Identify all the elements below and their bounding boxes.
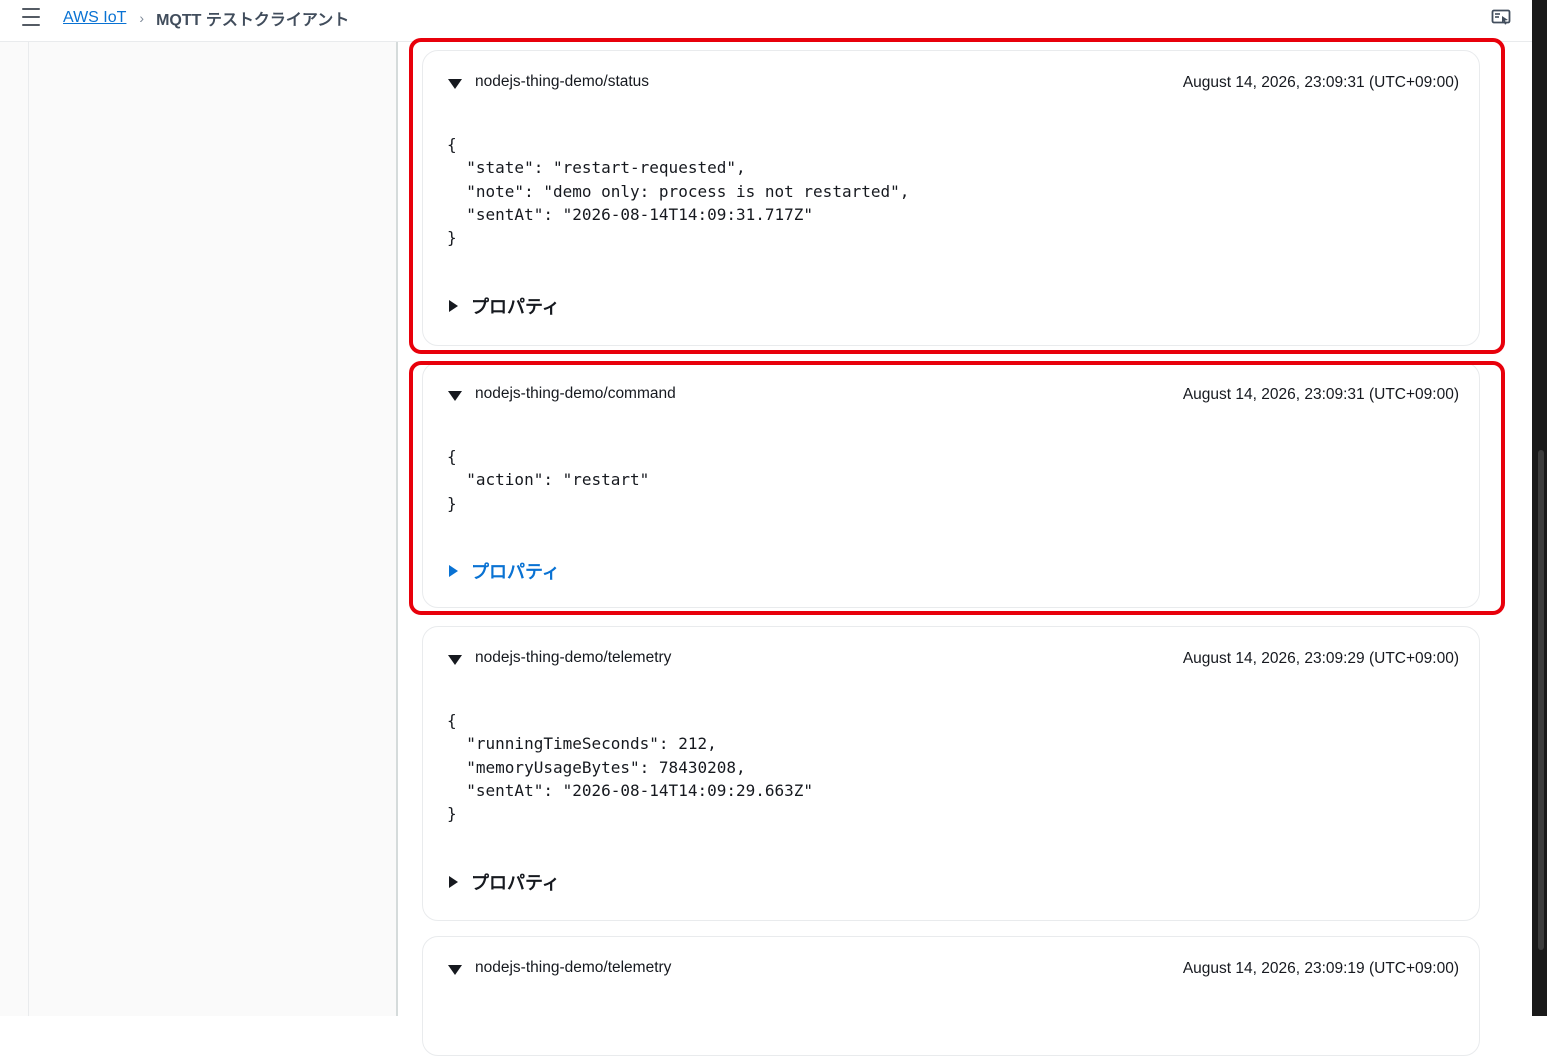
breadcrumb: AWS IoT › MQTT テストクライアント [63,7,349,29]
caret-right-icon [449,876,458,888]
caret-down-icon[interactable] [448,965,462,975]
message-card: nodejs-thing-demo/status August 14, 2026… [422,50,1480,346]
message-header: nodejs-thing-demo/telemetry August 14, 2… [447,959,1459,981]
message-header: nodejs-thing-demo/status August 14, 2026… [447,73,1459,95]
message-topic: nodejs-thing-demo/status [475,73,650,90]
message-card: nodejs-thing-demo/telemetry August 14, 2… [422,626,1480,921]
message-timestamp: August 14, 2026, 23:09:29 (UTC+09:00) [1182,650,1459,667]
properties-label: プロパティ [471,873,560,893]
message-timestamp: August 14, 2026, 23:09:31 (UTC+09:00) [1182,74,1459,91]
message-payload: { "action": "restart" } [447,447,650,513]
message-card: nodejs-thing-demo/command August 14, 202… [422,362,1480,608]
breadcrumb-aws-iot-link[interactable]: AWS IoT [63,9,126,27]
split-panel-icon[interactable] [1491,8,1511,28]
caret-right-icon [449,300,458,312]
message-header: nodejs-thing-demo/telemetry August 14, 2… [447,649,1459,671]
left-panel [0,42,398,1016]
message-topic: nodejs-thing-demo/telemetry [475,649,672,666]
message-payload: { "runningTimeSeconds": 212, "memoryUsag… [447,711,814,824]
properties-toggle[interactable]: プロパティ [447,870,560,894]
message-payload: { "state": "restart-requested", "note": … [447,135,910,248]
breadcrumb-current-page: MQTT テストクライアント [156,12,350,29]
scrollbar-thumb[interactable] [1538,450,1544,950]
hamburger-menu-icon[interactable] [22,8,42,26]
message-timestamp: August 14, 2026, 23:09:31 (UTC+09:00) [1182,386,1459,403]
message-card: nodejs-thing-demo/telemetry August 14, 2… [422,936,1480,1056]
properties-label: プロパティ [471,297,560,317]
properties-label: プロパティ [471,562,560,582]
properties-toggle[interactable]: プロパティ [447,294,560,318]
caret-right-icon [449,565,458,577]
properties-toggle[interactable]: プロパティ [447,559,560,583]
caret-down-icon[interactable] [448,391,462,401]
top-bar: AWS IoT › MQTT テストクライアント [0,0,1532,42]
caret-down-icon[interactable] [448,655,462,665]
message-topic: nodejs-thing-demo/telemetry [475,959,672,976]
message-topic: nodejs-thing-demo/command [475,385,676,402]
chevron-right-icon: › [139,10,145,26]
message-header: nodejs-thing-demo/command August 14, 202… [447,385,1459,407]
left-panel-inner [28,42,398,1016]
message-timestamp: August 14, 2026, 23:09:19 (UTC+09:00) [1182,960,1459,977]
caret-down-icon[interactable] [448,79,462,89]
